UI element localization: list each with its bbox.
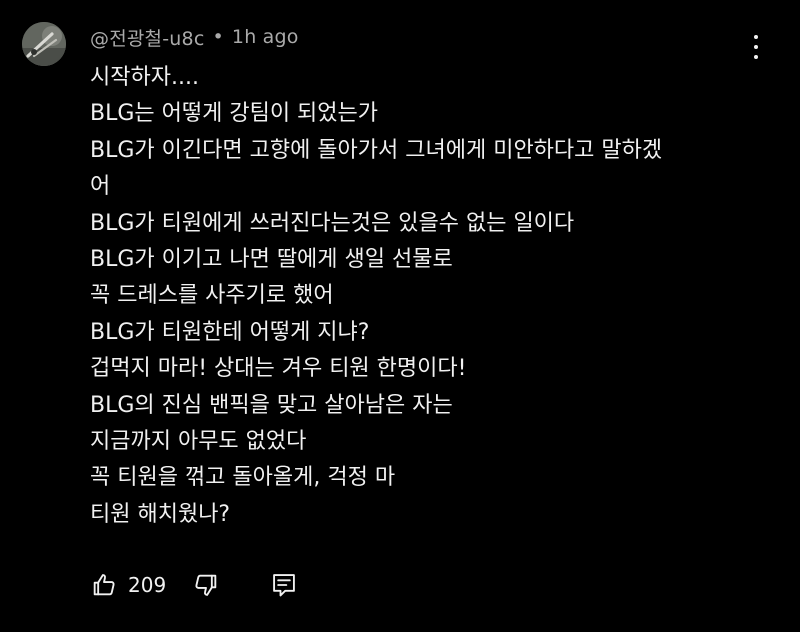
meta-separator: •	[212, 26, 224, 48]
comment-line: 겁먹지 마라! 상대는 겨우 티원 한명이다!	[90, 356, 467, 382]
comment-body: @전광철-u8c • 1h ago 시작하자.... BLG는 어떻게 강팀이 …	[90, 22, 782, 533]
comment-line: BLG가 티원한테 어떻게 지냐?	[90, 319, 370, 345]
comment-line: BLG가 이기고 나면 딸에게 생일 선물로	[90, 246, 453, 272]
comment-meta: @전광철-u8c • 1h ago	[90, 20, 782, 54]
comment-line: 시작하자....	[90, 65, 199, 90]
comment-time[interactable]: 1h ago	[232, 26, 299, 48]
comment-line: 꼭 티원을 꺾고 돌아올게, 걱정 마	[90, 465, 396, 491]
thumbs-down-icon[interactable]	[192, 571, 220, 599]
comment-line: BLG는 어떻게 강팀이 되었는가	[90, 101, 379, 127]
comment-line: BLG가 티원에게 쓰러진다는것은 있을수 없는 일이다	[90, 210, 575, 236]
comment-actions: 209	[90, 570, 298, 600]
author-name[interactable]: @전광철-u8c	[90, 24, 204, 51]
reply-icon[interactable]	[270, 571, 298, 599]
thumbs-up-icon[interactable]	[90, 571, 118, 599]
more-vertical-icon[interactable]	[744, 32, 768, 62]
like-count: 209	[128, 573, 167, 597]
comment-line: 어	[90, 174, 111, 200]
comment-line: BLG가 이긴다면 고향에 돌아가서 그녀에게 미안하다고 말하겠	[90, 137, 663, 163]
comment-line: 꼭 드레스를 사주기로 했어	[90, 283, 334, 309]
comment-line: 지금까지 아무도 없었다	[90, 428, 307, 454]
comment-line: BLG의 진심 밴픽을 맞고 살아남은 자는	[90, 392, 453, 418]
avatar-image	[22, 22, 66, 66]
comment-line: 티원 해치웠나?	[90, 501, 231, 527]
comment: @전광철-u8c • 1h ago 시작하자.... BLG는 어떻게 강팀이 …	[22, 22, 782, 622]
comment-text: 시작하자.... BLG는 어떻게 강팀이 되었는가 BLG가 이긴다면 고향에…	[90, 60, 782, 533]
avatar[interactable]	[22, 22, 66, 66]
